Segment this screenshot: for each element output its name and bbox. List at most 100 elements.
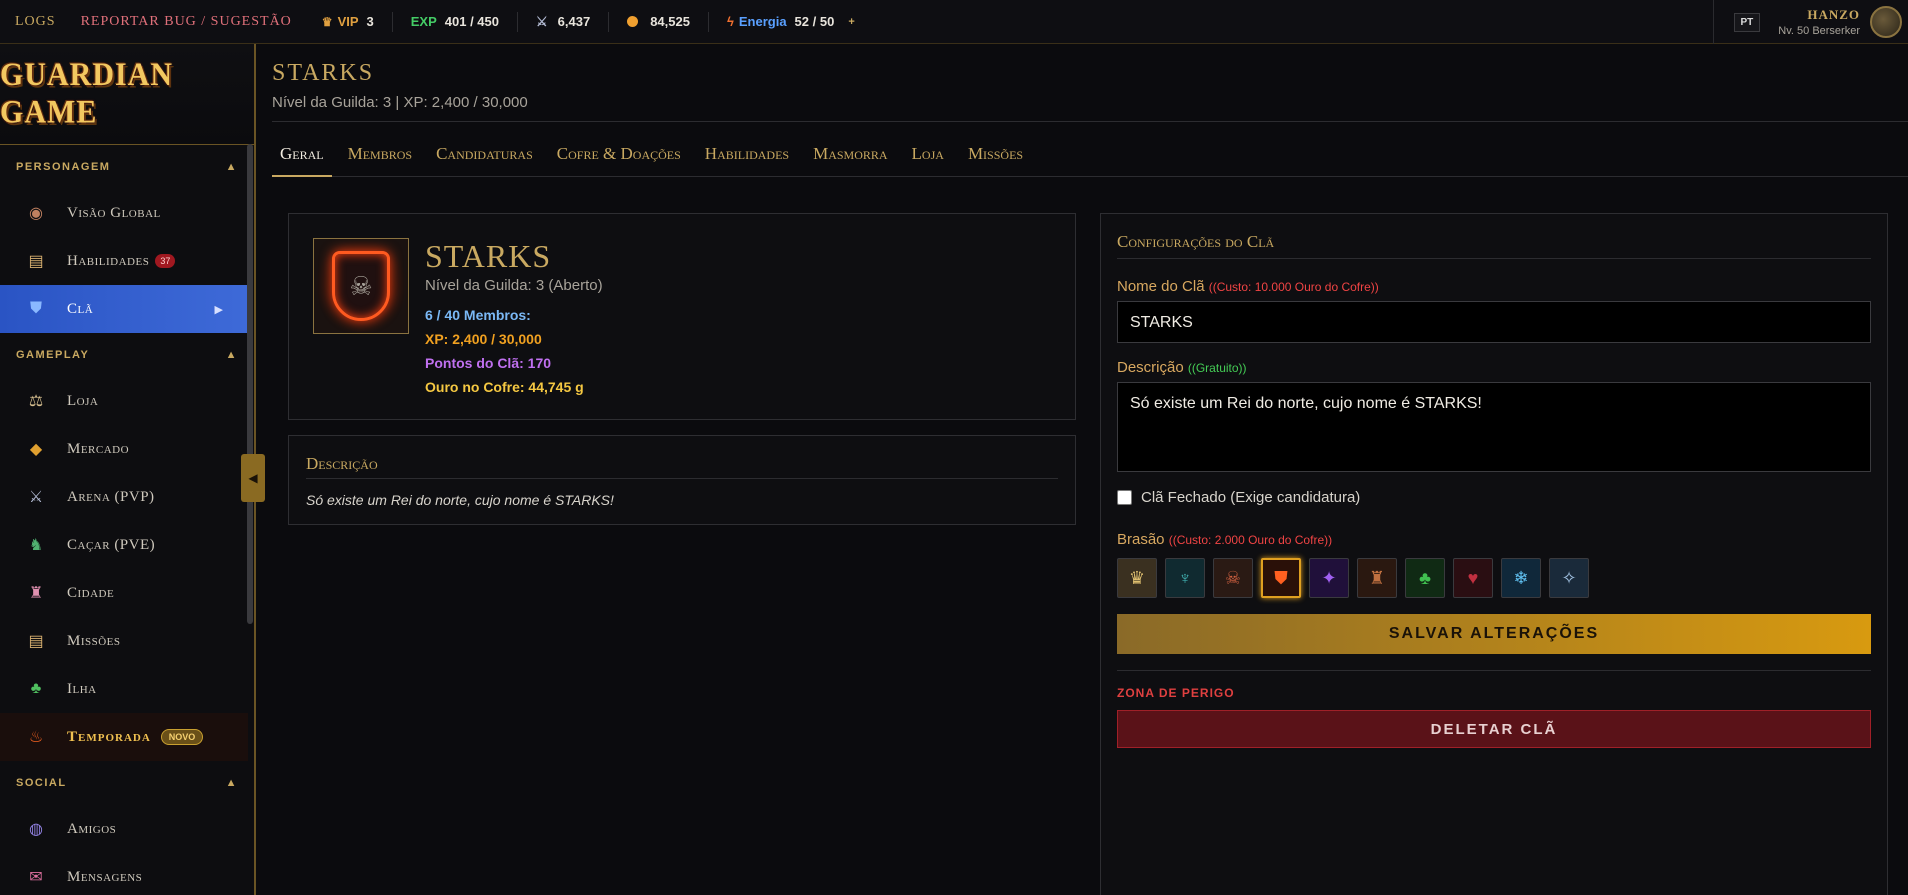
description-title: Descrição [306,454,1058,479]
page-title: STARKS [272,60,375,86]
sidebar-scrollbar[interactable] [247,144,253,624]
habilidades-count-badge: 37 [155,254,176,268]
new-badge: NOVO [160,729,204,745]
tab-loja[interactable]: Loja [904,141,952,177]
sidebar-item-mensagens[interactable]: ✉ Mensagens [0,853,254,895]
sidebar-collapse-button[interactable]: ◀ [241,454,265,502]
user-level: Nv. 50 Berserker [1778,25,1860,37]
sidebar-item-cidade[interactable]: ♜ Cidade [0,569,254,617]
scales-icon: ⚖ [28,393,44,410]
clan-gold: Ouro no Cofre: 44,745 g [425,379,584,395]
sidebar-item-ilha[interactable]: ♣ Ilha [0,665,254,713]
section-social[interactable]: SOCIAL ▲ [0,761,254,805]
clan-xp: XP: 2,400 / 30,000 [425,331,542,347]
description-field-label: Descrição ((Gratuito)) [1117,359,1247,376]
crest-option-ice-icon[interactable]: ❄ [1501,558,1541,598]
tab-cofre[interactable]: Cofre & Doações [549,141,689,177]
clan-level: Nível da Guilda: 3 (Aberto) [425,277,603,294]
section-personagem[interactable]: PERSONAGEM ▲ [0,145,254,189]
sidebar-item-habilidades[interactable]: ▤ Habilidades 37 [0,237,254,285]
settings-title: Configurações do Clã [1117,232,1871,259]
tab-bar: Geral Membros Candidaturas Cofre & Doaçõ… [272,141,1908,177]
language-selector[interactable]: PT [1733,12,1761,32]
crest-picker: ♛ ♆ ☠ ⛊ ✦ ♜ ♣ ♥ ❄ ✧ [1117,558,1597,598]
collapse-arrow-icon: ▲ [225,777,238,789]
coin-icon [627,16,639,27]
sidebar-item-cla[interactable]: ⛊ Clã ▶ [0,285,248,333]
scroll-icon: ▤ [28,253,44,270]
clan-members[interactable]: 6 / 40 Membros: [425,307,531,323]
collapse-arrow-icon: ▲ [225,349,238,361]
dragon-icon: ♞ [28,537,44,554]
closed-clan-checkbox[interactable] [1117,490,1132,505]
sidebar-item-amigos[interactable]: ◍ Amigos [0,805,254,853]
shield-icon: ⛊ [29,300,42,317]
sidebar-item-temporada[interactable]: ♨ Temporada NOVO [0,713,248,761]
flaming-shield-icon: ☠ [332,251,390,321]
crest-option-green-icon[interactable]: ♣ [1405,558,1445,598]
description-cost: ((Gratuito)) [1187,361,1247,375]
crest-option-silver-icon[interactable]: ✧ [1549,558,1589,598]
clan-description-textarea[interactable]: Só existe um Rei do norte, cujo nome é S… [1117,382,1871,472]
name-cost: ((Custo: 10.000 Ouro do Cofre)) [1208,280,1379,294]
power-stat: ⚔ 6,437 [518,11,610,32]
crest-option-red-icon[interactable]: ♥ [1453,558,1493,598]
user-name: HANZO [1807,7,1860,22]
energy-stat: ϟ Energia 52 / 50 + [726,14,855,29]
exp-stat: EXP 401 / 450 [393,11,518,32]
add-energy-button[interactable]: + [848,16,854,28]
crest-option-purple-icon[interactable]: ✦ [1309,558,1349,598]
clan-settings-card: Configurações do Clã Nome do Clã ((Custo… [1100,213,1888,895]
crest-option-skull-icon[interactable]: ☠ [1213,558,1253,598]
sidebar-item-arena[interactable]: ⚔ Arena (PVP) [0,473,254,521]
delete-clan-button[interactable]: DELETAR CLÃ [1117,710,1871,748]
tab-membros[interactable]: Membros [340,141,420,177]
user-area: PT HANZO Nv. 50 Berserker [1712,0,1908,44]
clan-name-input[interactable]: STARKS [1117,301,1871,343]
gold-stat: 84,525 [609,11,709,32]
section-gameplay[interactable]: GAMEPLAY ▲ [0,333,254,377]
swords-icon: ⚔ [28,489,44,506]
collapse-arrow-icon: ▲ [225,161,238,173]
castle-icon: ♜ [28,585,44,602]
clan-crest: ☠ [313,238,409,334]
crown-icon: ♛ [321,14,333,29]
logs-link[interactable]: LOGS [15,14,56,30]
tab-geral[interactable]: Geral [272,141,332,177]
page-subtitle: Nível da Guilda: 3 | XP: 2,400 / 30,000 [272,94,528,111]
logo[interactable]: GUARDIAN GAME [0,44,254,145]
description-text: Só existe um Rei do norte, cujo nome é S… [306,492,614,508]
sidebar-item-visao-global[interactable]: ◉ Visão Global [0,189,254,237]
tab-candidaturas[interactable]: Candidaturas [428,141,541,177]
crest-option-flaming-shield-icon[interactable]: ⛊ [1261,558,1301,598]
header-divider [272,121,1908,122]
sidebar-item-mercado[interactable]: ◆ Mercado [0,425,254,473]
lightning-icon: ϟ [726,14,734,29]
sidebar-item-loja[interactable]: ⚖ Loja [0,377,254,425]
avatar[interactable] [1870,6,1902,38]
tab-missoes[interactable]: Missões [960,141,1031,177]
save-button[interactable]: SALVAR ALTERAÇÕES [1117,614,1871,654]
description-card: Descrição Só existe um Rei do norte, cuj… [288,435,1076,525]
island-icon: ♣ [30,680,42,697]
compass-icon: ◉ [29,205,43,222]
tab-habilidades[interactable]: Habilidades [697,141,797,177]
sidebar-item-cacar[interactable]: ♞ Caçar (PVE) [0,521,254,569]
crest-option-teal-icon[interactable]: ♆ [1165,558,1205,598]
tab-masmorra[interactable]: Masmorra [805,141,895,177]
crest-option-bronze-icon[interactable]: ♜ [1357,558,1397,598]
danger-divider [1117,670,1871,671]
sidebar-item-missoes[interactable]: ▤ Missões [0,617,254,665]
top-bar: LOGS REPORTAR BUG / SUGESTÃO ♛ VIP 3 EXP… [0,0,1908,44]
friends-icon: ◍ [29,821,43,838]
crest-option-winged-icon[interactable]: ♛ [1117,558,1157,598]
crest-cost: ((Custo: 2.000 Ouro do Cofre)) [1168,533,1333,547]
closed-clan-row[interactable]: Clã Fechado (Exige candidatura) [1117,489,1360,506]
chevron-left-icon: ◀ [248,471,258,485]
clan-name: STARKS [425,238,552,274]
fire-icon: ♨ [28,729,44,746]
user-info[interactable]: HANZO Nv. 50 Berserker [1778,7,1860,37]
clan-info-card: ☠ STARKS Nível da Guilda: 3 (Aberto) 6 /… [288,213,1076,420]
swords-icon: ⚔ [536,13,548,29]
report-bug-link[interactable]: REPORTAR BUG / SUGESTÃO [81,14,292,30]
